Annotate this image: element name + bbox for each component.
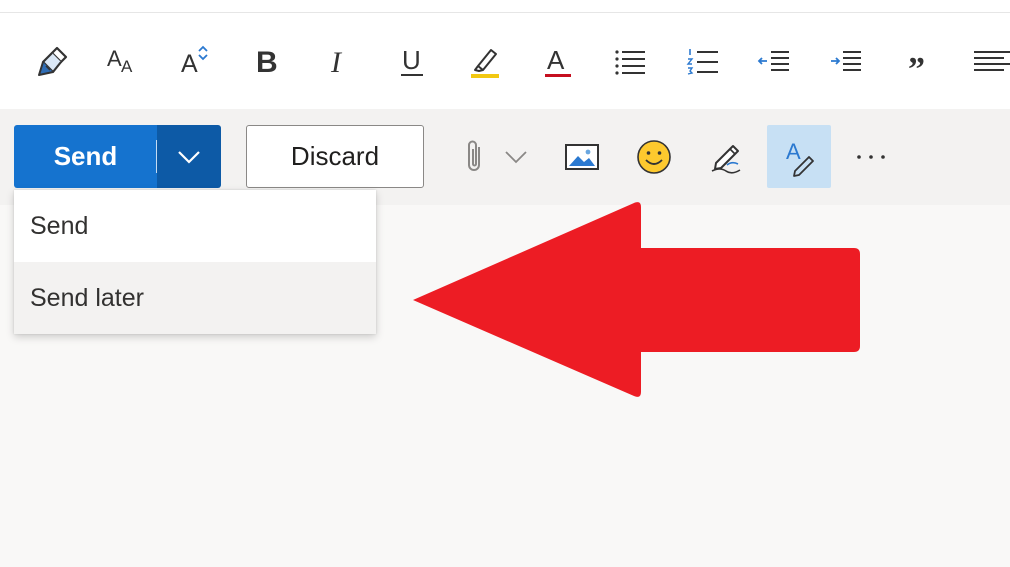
bullet-list-icon xyxy=(615,50,645,75)
menu-item-send-later[interactable]: Send later xyxy=(14,262,376,334)
more-options-button[interactable] xyxy=(848,125,894,188)
send-split-button: Send xyxy=(14,125,221,188)
grow-font-icon: A xyxy=(181,45,208,78)
emoji-icon xyxy=(637,139,671,174)
svg-text:A: A xyxy=(786,139,801,164)
chevron-down-icon xyxy=(178,150,200,164)
send-divider xyxy=(156,140,157,173)
attach-icon xyxy=(468,140,480,171)
quote-button[interactable]: ” xyxy=(896,39,940,83)
svg-text:A: A xyxy=(121,57,133,76)
highlight-icon xyxy=(471,49,499,78)
quote-icon: ” xyxy=(908,51,925,80)
align-left-button[interactable] xyxy=(966,39,1010,83)
bold-button[interactable]: B xyxy=(244,39,288,83)
svg-text:A: A xyxy=(547,45,565,75)
red-arrow-icon xyxy=(413,202,860,397)
svg-text:U: U xyxy=(402,45,421,75)
insert-picture-button[interactable] xyxy=(558,125,606,188)
svg-text:”: ” xyxy=(908,51,925,80)
bullet-list-button[interactable] xyxy=(608,39,652,83)
discard-button[interactable]: Discard xyxy=(246,125,424,188)
attach-options-button[interactable] xyxy=(500,125,532,188)
bold-icon: B xyxy=(256,46,278,79)
font-color-button[interactable]: A xyxy=(536,39,580,83)
signature-icon xyxy=(711,144,741,174)
font-size-icon: A A xyxy=(107,46,133,76)
signature-button[interactable] xyxy=(702,125,750,188)
increase-indent-button[interactable] xyxy=(824,39,868,83)
more-options-icon xyxy=(857,154,885,159)
editor-button[interactable]: A xyxy=(767,125,831,188)
highlight-button[interactable] xyxy=(463,39,507,83)
send-button-label: Send xyxy=(53,141,118,171)
svg-text:B: B xyxy=(256,46,278,79)
svg-text:A: A xyxy=(107,46,122,71)
send-options-button[interactable] xyxy=(157,125,221,188)
menu-item-label: Send xyxy=(30,211,89,240)
svg-text:A: A xyxy=(181,50,198,78)
insert-picture-icon xyxy=(565,143,599,170)
numbered-list-icon xyxy=(686,49,718,75)
numbered-list-button[interactable] xyxy=(681,39,725,83)
format-toolbar: A A A B I U A ” xyxy=(0,13,1010,109)
align-left-icon xyxy=(974,51,1010,71)
discard-button-label: Discard xyxy=(290,141,380,171)
font-size-button[interactable]: A A xyxy=(101,39,145,83)
format-painter-button[interactable] xyxy=(32,39,76,83)
svg-text:I: I xyxy=(330,46,343,79)
send-button[interactable]: Send xyxy=(14,125,157,188)
underline-button[interactable]: U xyxy=(390,39,434,83)
decrease-indent-icon xyxy=(757,51,789,71)
decrease-indent-button[interactable] xyxy=(752,39,796,83)
emoji-button[interactable] xyxy=(630,125,678,188)
underline-icon: U xyxy=(401,45,423,76)
window-top-strip xyxy=(0,0,1010,13)
grow-font-button[interactable]: A xyxy=(174,39,218,83)
italic-icon: I xyxy=(330,46,343,79)
attach-button[interactable] xyxy=(458,125,492,188)
send-options-menu: Send Send later xyxy=(14,190,376,334)
format-painter-icon xyxy=(38,46,68,76)
increase-indent-icon xyxy=(831,51,861,71)
menu-item-send[interactable]: Send xyxy=(14,190,376,262)
italic-button[interactable]: I xyxy=(317,39,361,83)
chevron-down-icon xyxy=(505,150,527,163)
menu-item-label: Send later xyxy=(30,283,144,312)
editor-icon: A xyxy=(786,139,814,177)
font-color-icon: A xyxy=(545,45,571,77)
